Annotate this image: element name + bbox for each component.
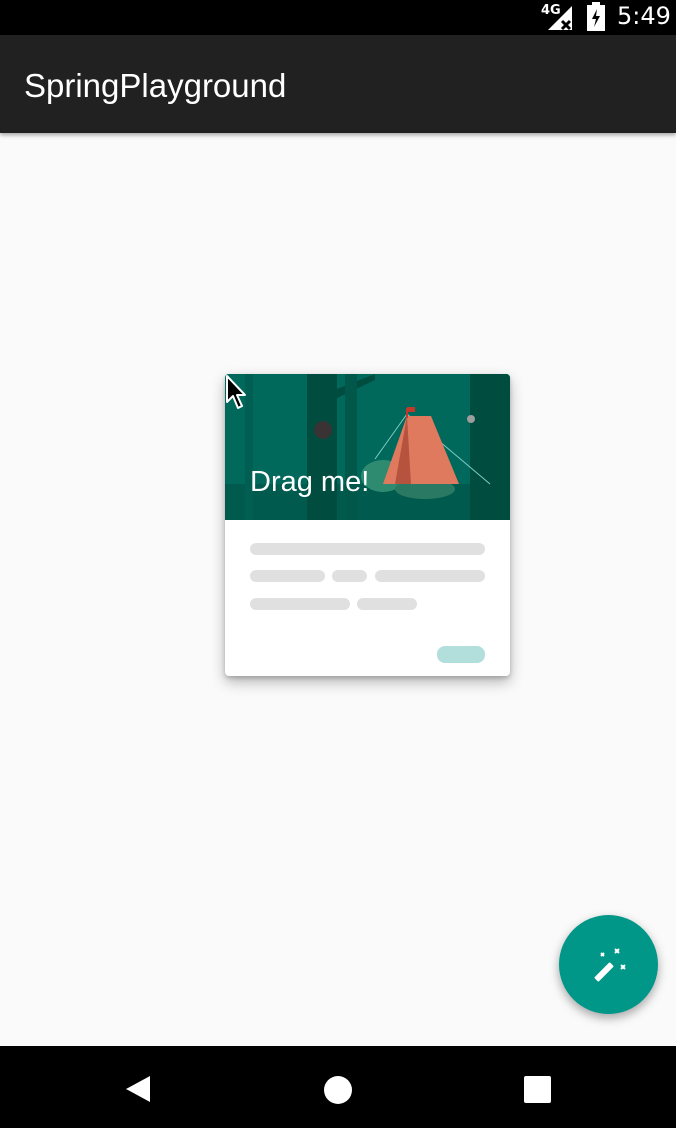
mouse-cursor-icon	[226, 375, 246, 409]
battery-icon	[587, 2, 605, 31]
clock: 5:49	[617, 2, 671, 30]
placeholder-line	[357, 598, 417, 610]
placeholder-line	[250, 543, 485, 555]
back-icon[interactable]	[124, 1074, 152, 1104]
card-action-button[interactable]	[437, 646, 485, 663]
draggable-card[interactable]: Drag me!	[225, 374, 510, 676]
navigation-bar	[0, 1046, 676, 1128]
home-icon[interactable]	[323, 1075, 353, 1105]
status-bar: 4G 5:49	[0, 0, 676, 35]
app-bar: SpringPlayground	[0, 35, 676, 133]
magic-wand-icon	[594, 948, 626, 982]
recents-icon[interactable]	[524, 1076, 551, 1103]
placeholder-line	[375, 570, 485, 582]
signal-icon	[548, 6, 572, 31]
placeholder-line	[250, 598, 350, 610]
magic-wand-fab[interactable]	[559, 915, 658, 1014]
placeholder-line	[332, 570, 367, 582]
placeholder-line	[250, 570, 325, 582]
card-hero-image: Drag me!	[225, 374, 510, 520]
app-title: SpringPlayground	[24, 67, 287, 104]
card-title: Drag me!	[250, 466, 370, 498]
